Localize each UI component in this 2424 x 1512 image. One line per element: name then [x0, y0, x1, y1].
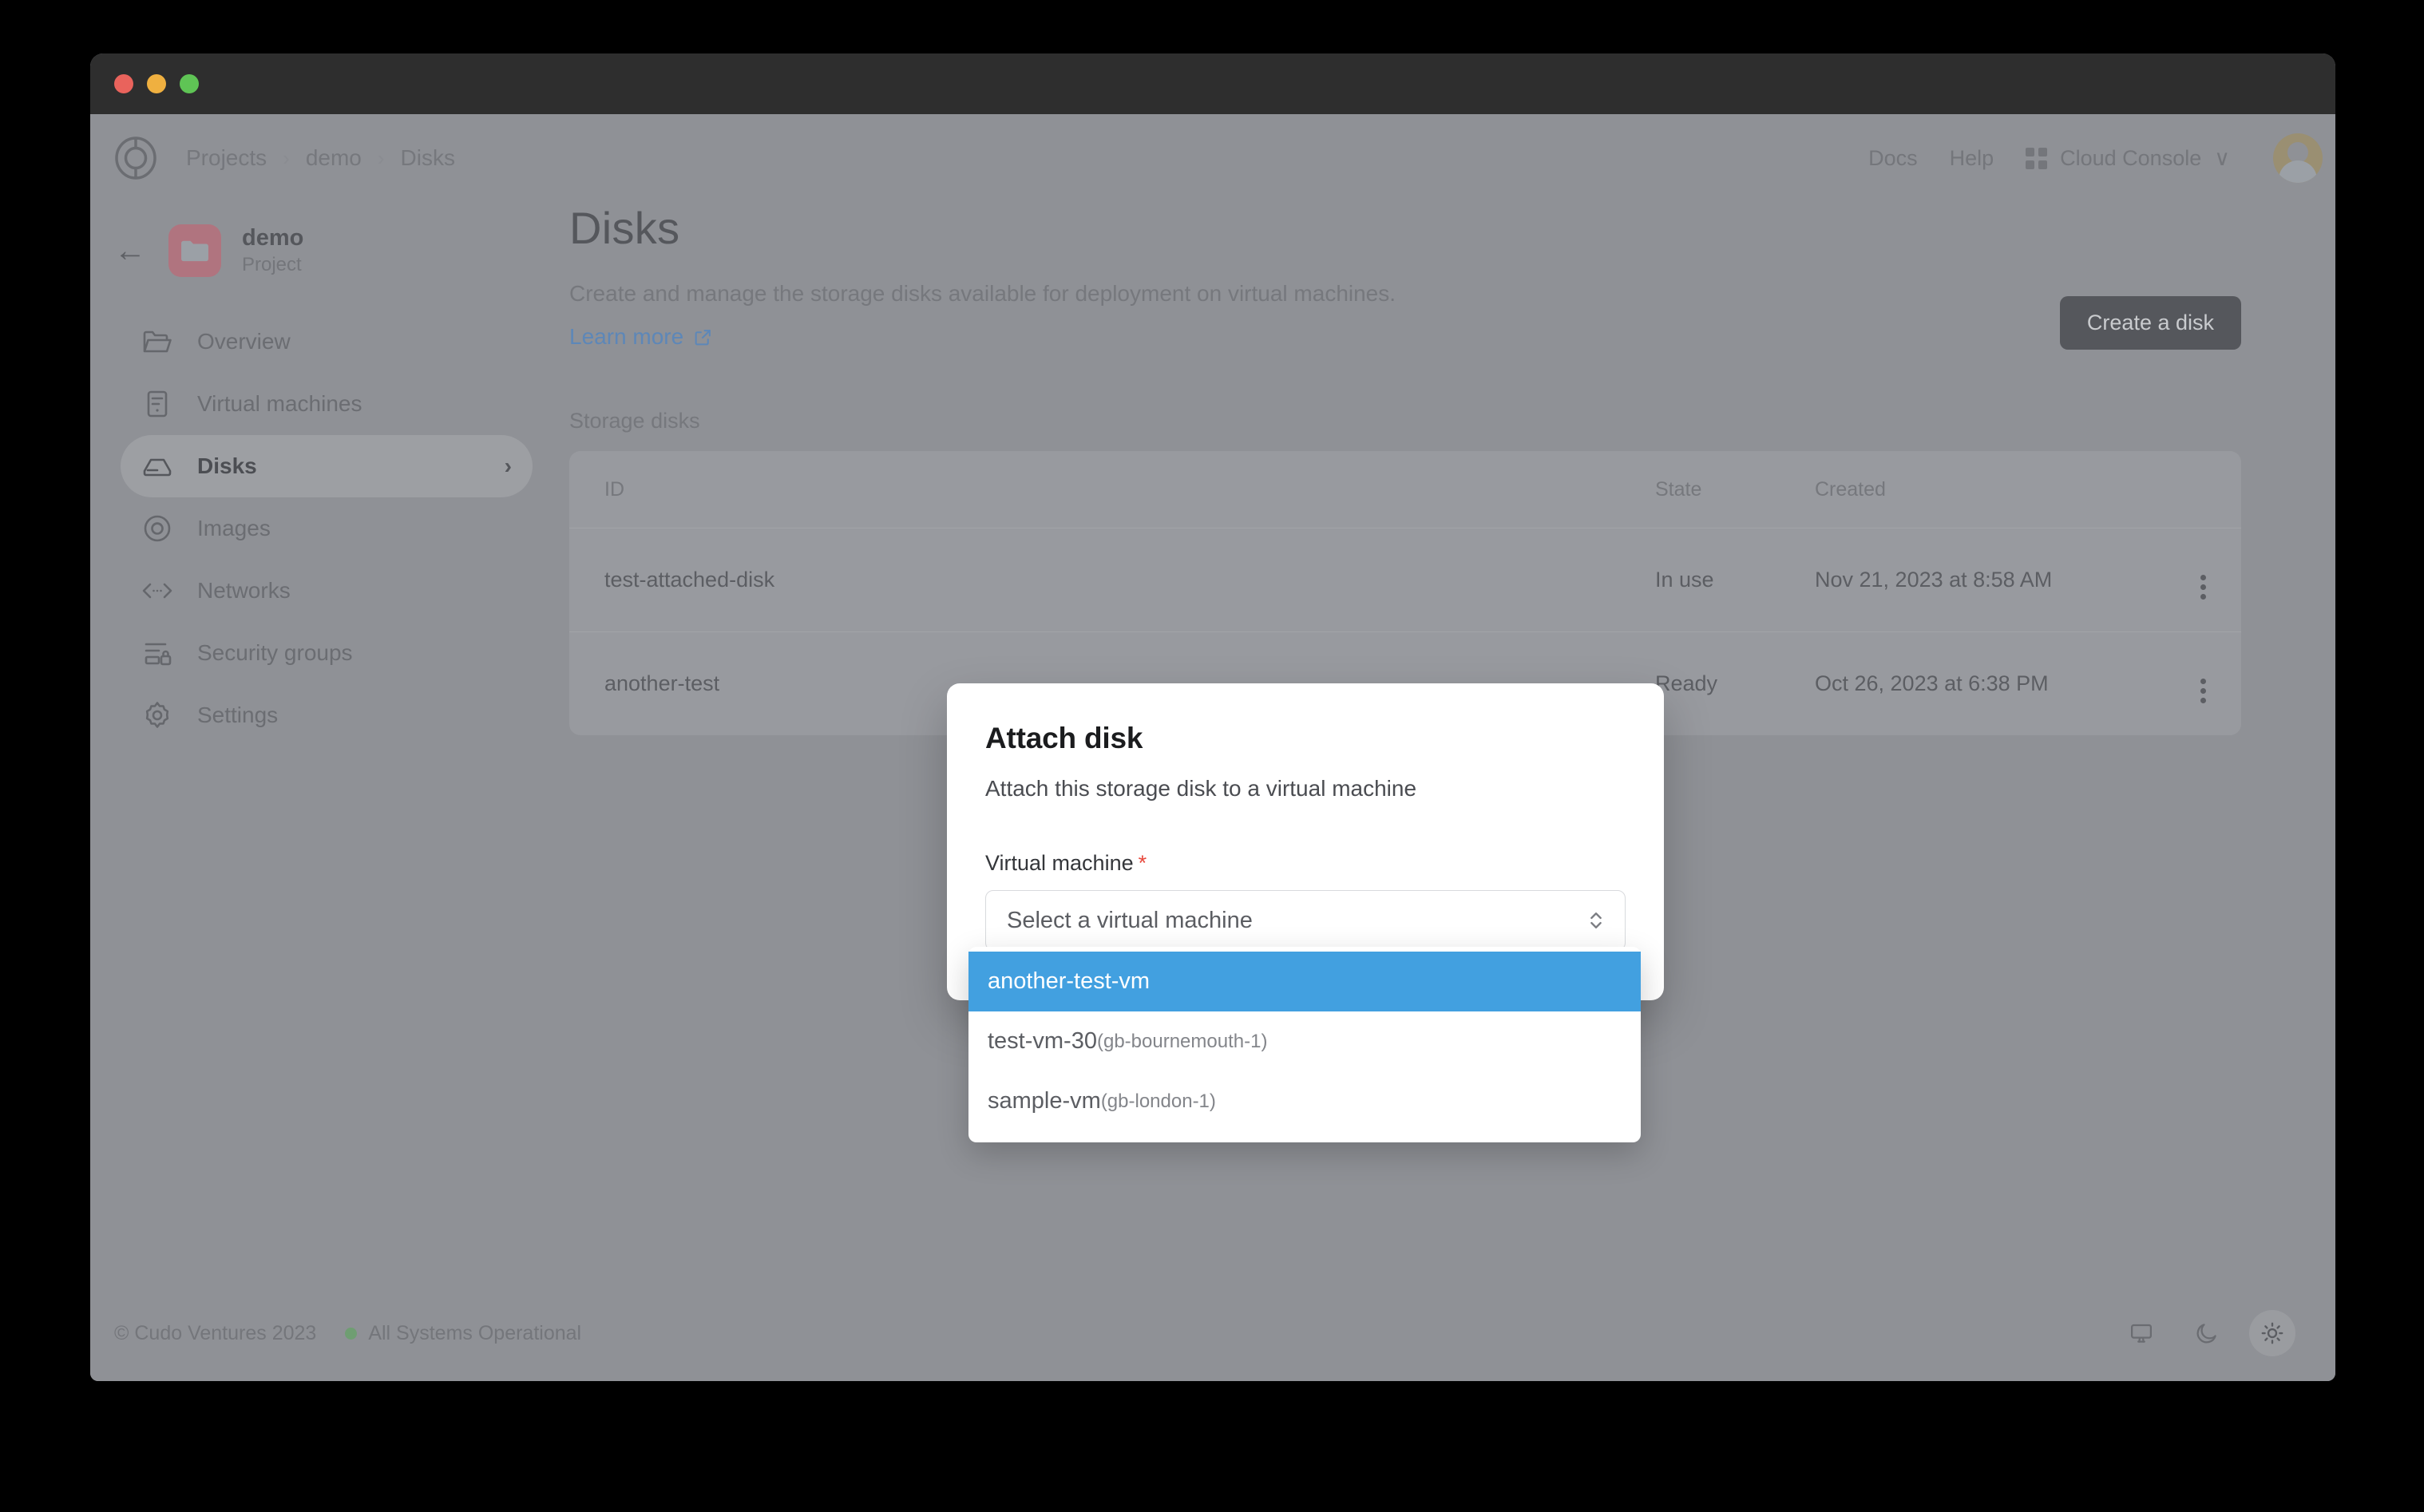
dialog-subtitle: Attach this storage disk to a virtual ma… [985, 776, 1417, 801]
dialog-title: Attach disk [985, 722, 1143, 754]
window-close-button[interactable] [114, 74, 133, 93]
os-window: Projects › demo › Disks Docs Help Cloud … [90, 53, 2335, 1381]
window-zoom-button[interactable] [180, 74, 199, 93]
field-label-text: Virtual machine [985, 851, 1134, 875]
option-name: test-vm-30 [988, 1028, 1097, 1054]
virtual-machine-select[interactable]: Select a virtual machine [985, 890, 1626, 951]
chevron-up-down-icon [1588, 908, 1604, 932]
window-minimize-button[interactable] [147, 74, 166, 93]
option-test-vm-30[interactable]: test-vm-30 (gb-bournemouth-1) [968, 1011, 1641, 1071]
virtual-machine-field-label: Virtual machine * [985, 851, 1626, 876]
option-region: (gb-bournemouth-1) [1096, 1030, 1268, 1052]
option-sample-vm[interactable]: sample-vm (gb-london-1) [968, 1071, 1641, 1131]
virtual-machine-options-list: another-test-vm test-vm-30 (gb-bournemout… [968, 947, 1641, 1142]
option-another-test-vm[interactable]: another-test-vm [968, 952, 1641, 1011]
select-placeholder: Select a virtual machine [1007, 907, 1253, 933]
app-viewport: Projects › demo › Disks Docs Help Cloud … [90, 114, 2335, 1381]
option-name: another-test-vm [988, 968, 1151, 994]
window-titlebar [90, 53, 2335, 114]
option-name: sample-vm [988, 1088, 1101, 1114]
required-marker: * [1138, 851, 1147, 875]
option-region: (gb-london-1) [1100, 1090, 1216, 1112]
